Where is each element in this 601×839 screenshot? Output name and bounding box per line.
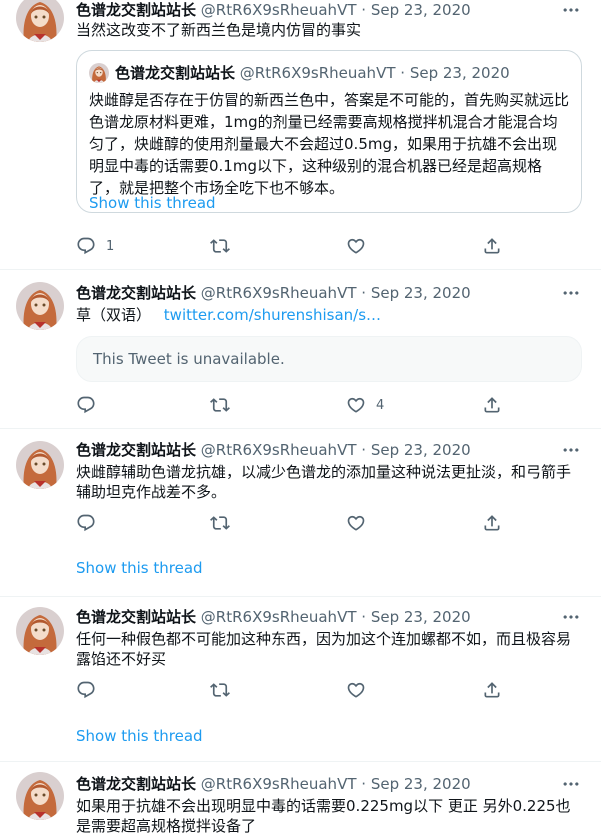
reply-button[interactable] [76, 680, 96, 700]
tweet-date[interactable]: Sep 23, 2020 [371, 1, 471, 19]
author-handle[interactable]: @RtR6X9sRheuahVT [201, 1, 357, 19]
tweet[interactable]: 色谱龙交割站站长 @RtR6X9sRheuahVT · Sep 23, 2020… [0, 270, 601, 429]
retweet-button[interactable] [210, 395, 230, 415]
author-name[interactable]: 色谱龙交割站站长 [76, 1, 196, 19]
tweet[interactable]: 色谱龙交割站站长 @RtR6X9sRheuahVT · Sep 23, 2020… [0, 429, 601, 597]
retweet-button[interactable] [210, 680, 230, 700]
like-button[interactable] [346, 680, 366, 700]
quoted-date: Sep 23, 2020 [409, 64, 510, 82]
more-icon[interactable] [561, 0, 581, 20]
like-button[interactable] [346, 513, 366, 533]
share-button[interactable] [482, 513, 502, 533]
reply-icon [76, 513, 96, 533]
retweet-icon [210, 513, 230, 533]
tweet-text: 当然这改变不了新西兰色是境内仿冒的事实 [76, 21, 362, 39]
retweet-button[interactable] [210, 513, 230, 533]
tweet-date[interactable]: Sep 23, 2020 [371, 775, 471, 793]
more-icon[interactable] [561, 440, 581, 460]
unavailable-tweet-card: This Tweet is unavailable. [76, 336, 582, 382]
avatar[interactable] [16, 607, 64, 655]
reply-button[interactable]: 1 [76, 236, 114, 256]
reply-icon [76, 680, 96, 700]
share-icon [482, 680, 502, 700]
separator-dot: · [361, 775, 367, 793]
reply-icon [76, 395, 96, 415]
reply-icon [76, 236, 96, 256]
quoted-text: 炔雌醇是否存在于仿冒的新西兰色中，答案是不可能的，首先购买就远比色谱龙原材料更难… [89, 91, 570, 197]
avatar[interactable] [16, 282, 64, 330]
retweet-button[interactable] [210, 236, 230, 256]
tweet-date[interactable]: Sep 23, 2020 [371, 608, 471, 626]
author-handle[interactable]: @RtR6X9sRheuahVT [201, 284, 357, 302]
share-button[interactable] [482, 680, 502, 700]
reply-count: 1 [106, 238, 115, 254]
tweet-actions [76, 680, 506, 700]
tweet-header: 色谱龙交割站站长 @RtR6X9sRheuahVT · Sep 23, 2020 [76, 440, 471, 460]
heart-icon [346, 395, 366, 415]
tweet-actions: 1 [76, 236, 506, 256]
tweet[interactable]: 色谱龙交割站站长 @RtR6X9sRheuahVT · Sep 23, 2020… [0, 0, 601, 270]
avatar[interactable] [16, 0, 64, 42]
retweet-icon [210, 236, 230, 256]
tweet-header: 色谱龙交割站站长 @RtR6X9sRheuahVT · Sep 23, 2020 [76, 0, 471, 20]
show-thread-link[interactable]: Show this thread [76, 727, 203, 745]
tweet-link[interactable]: twitter.com/shurenshisan/s… [164, 306, 381, 324]
tweet-header: 色谱龙交割站站长 @RtR6X9sRheuahVT · Sep 23, 2020 [76, 607, 471, 627]
author-name[interactable]: 色谱龙交割站站长 [76, 441, 196, 459]
avatar[interactable] [16, 772, 64, 820]
author-name[interactable]: 色谱龙交割站站长 [76, 284, 196, 302]
tweet-date[interactable]: Sep 23, 2020 [371, 284, 471, 302]
share-icon [482, 236, 502, 256]
like-button[interactable] [346, 236, 366, 256]
tweet[interactable]: 色谱龙交割站站长 @RtR6X9sRheuahVT · Sep 23, 2020… [0, 762, 601, 839]
separator-dot: · [400, 64, 406, 82]
more-icon[interactable] [561, 774, 581, 794]
separator-dot: · [361, 441, 367, 459]
heart-icon [346, 236, 366, 256]
like-button[interactable]: 4 [346, 395, 384, 415]
tweet-text: 如果用于抗雄不会出现明显中毒的话需要0.225mg以下 更正 另外0.225也是… [76, 797, 571, 835]
author-name[interactable]: 色谱龙交割站站长 [76, 775, 196, 793]
share-icon [482, 395, 502, 415]
author-handle[interactable]: @RtR6X9sRheuahVT [201, 775, 357, 793]
reply-button[interactable] [76, 395, 96, 415]
tweet-date[interactable]: Sep 23, 2020 [371, 441, 471, 459]
tweet-text: 草（双语） twitter.com/shurenshisan/s… [76, 305, 582, 325]
show-thread-link[interactable]: Show this thread [76, 559, 203, 577]
avatar[interactable] [16, 441, 64, 489]
separator-dot: · [361, 1, 367, 19]
quoted-tweet[interactable]: 色谱龙交割站站长 @RtR6X9sRheuahVT · Sep 23, 2020… [76, 50, 582, 213]
tweet-text-body: 草（双语） [76, 306, 152, 324]
author-name[interactable]: 色谱龙交割站站长 [76, 608, 196, 626]
share-icon [482, 513, 502, 533]
tweet-actions [76, 513, 506, 533]
more-icon[interactable] [561, 607, 581, 627]
like-count: 4 [376, 397, 385, 413]
tweet-actions: 4 [76, 395, 506, 415]
share-button[interactable] [482, 395, 502, 415]
quoted-avatar [89, 63, 109, 83]
author-handle[interactable]: @RtR6X9sRheuahVT [201, 441, 357, 459]
author-handle[interactable]: @RtR6X9sRheuahVT [201, 608, 357, 626]
retweet-icon [210, 395, 230, 415]
separator-dot: · [361, 608, 367, 626]
share-button[interactable] [482, 236, 502, 256]
tweet-text: 任何一种假色都不可能加这种东西，因为加这个连加螺都不如，而且极容易露馅还不好买 [76, 630, 572, 668]
tweet-header: 色谱龙交割站站长 @RtR6X9sRheuahVT · Sep 23, 2020 [76, 283, 471, 303]
quoted-author-name: 色谱龙交割站站长 [115, 64, 236, 82]
reply-button[interactable] [76, 513, 96, 533]
tweet-text: 炔雌醇辅助色谱龙抗雄，以减少色谱龙的添加量这种说法更扯淡，和弓箭手辅助坦克作战差… [76, 463, 572, 501]
quoted-header: 色谱龙交割站站长 @RtR6X9sRheuahVT · Sep 23, 2020 [115, 63, 510, 83]
quoted-author-handle: @RtR6X9sRheuahVT [239, 64, 396, 82]
retweet-icon [210, 680, 230, 700]
show-thread-link[interactable]: Show this thread [89, 194, 216, 212]
more-icon[interactable] [561, 283, 581, 303]
separator-dot: · [361, 284, 367, 302]
heart-icon [346, 513, 366, 533]
tweet[interactable]: 色谱龙交割站站长 @RtR6X9sRheuahVT · Sep 23, 2020… [0, 597, 601, 762]
tweet-header: 色谱龙交割站站长 @RtR6X9sRheuahVT · Sep 23, 2020 [76, 774, 471, 794]
heart-icon [346, 680, 366, 700]
